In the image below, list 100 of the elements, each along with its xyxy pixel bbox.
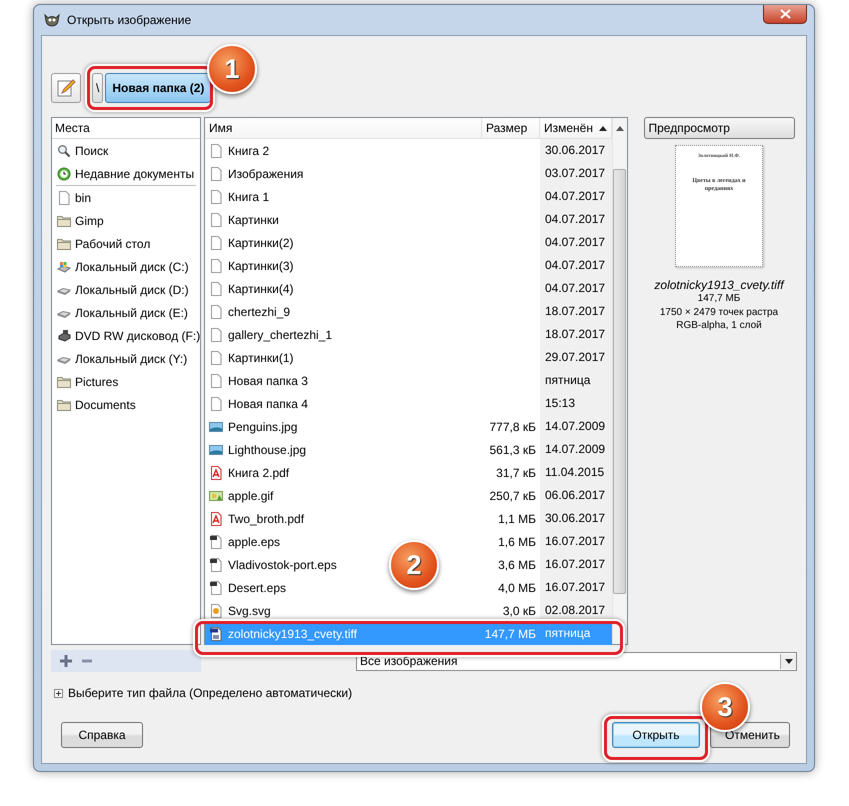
file-name: Vladivostok-port.eps (228, 558, 337, 572)
document-icon (209, 604, 223, 618)
file-size: 250,7 кБ (490, 488, 536, 502)
place-item[interactable]: Pictures (52, 370, 200, 393)
close-button[interactable] (763, 5, 807, 24)
file-date: 18.07.2017 (545, 327, 606, 341)
file-row[interactable]: Картинки(1) 29.07.2017 (205, 346, 612, 369)
edit-path-button[interactable] (51, 73, 81, 103)
file-row[interactable]: Картинки 04.07.2017 (205, 208, 612, 231)
help-button[interactable]: Справка (61, 722, 143, 748)
place-item[interactable]: Рабочий стол (52, 232, 200, 255)
place-item[interactable]: Локальный диск (C:) (52, 255, 200, 278)
place-item[interactable]: Локальный диск (Y:) (52, 347, 200, 370)
file-date: 04.07.2017 (545, 235, 606, 249)
path-button[interactable]: \ (92, 73, 104, 103)
scrollbar[interactable] (612, 118, 627, 644)
column-header[interactable]: Имя (205, 118, 482, 138)
file-name: Книга 2.pdf (228, 466, 290, 480)
place-item[interactable]: bin (52, 186, 200, 209)
file-name: Новая папка 3 (228, 374, 308, 388)
pencil-icon (56, 78, 76, 98)
column-header[interactable]: Размер (482, 118, 540, 138)
open-button[interactable]: Открыть (612, 722, 700, 748)
pdf-icon (209, 512, 223, 526)
file-name: Изображения (228, 166, 304, 180)
file-date: 30.06.2017 (545, 511, 606, 525)
file-type-label: Выберите тип файла (Определено автоматически) (68, 686, 352, 700)
disc-drive-icon (57, 328, 71, 342)
file-name: Svg.svg (228, 604, 271, 618)
file-row[interactable]: Новая папка 4 15:13 (205, 392, 612, 415)
image-icon (209, 420, 223, 434)
file-size: 3,0 кБ (502, 604, 536, 618)
folder-icon (57, 236, 71, 250)
file-name: Новая папка 4 (228, 396, 308, 410)
document-icon (209, 396, 223, 410)
file-name: Картинки(2) (228, 236, 294, 250)
file-name: Lighthouse.jpg (228, 442, 306, 456)
document-icon (57, 190, 71, 204)
document-icon (209, 374, 223, 388)
place-item[interactable]: DVD RW дисковод (F:) (52, 324, 200, 347)
document-icon (209, 580, 223, 594)
file-name: Penguins.jpg (228, 420, 298, 434)
folder-icon (57, 214, 71, 228)
plus-icon[interactable] (54, 688, 63, 698)
document-icon (209, 534, 223, 548)
file-row[interactable]: Lighthouse.jpg 561,3 кБ 14.07.2009 (205, 438, 612, 461)
document-icon (209, 166, 223, 180)
file-name: Two_broth.pdf (228, 512, 304, 526)
clock-icon (57, 166, 71, 180)
file-name: Картинки (228, 212, 279, 226)
preview-info: 1750 × 2479 точек растра (660, 306, 778, 319)
document-icon (209, 282, 223, 296)
place-item[interactable]: Gimp (52, 209, 200, 232)
file-size: 1,6 МБ (498, 534, 536, 548)
file-row[interactable]: Книга 2 30.06.2017 (205, 139, 612, 162)
place-item[interactable]: Локальный диск (D:) (52, 278, 200, 301)
file-row[interactable]: Книга 2.pdf 31,7 кБ 11.04.2015 (205, 461, 612, 484)
file-name: zolotnicky1913_cvety.tiff (228, 626, 357, 640)
file-row[interactable]: Penguins.jpg 777,8 кБ 14.07.2009 (205, 415, 612, 438)
document-icon (209, 558, 223, 572)
place-item[interactable]: Недавние документы (52, 162, 200, 185)
file-date: 04.07.2017 (545, 281, 606, 295)
file-date: 16.07.2017 (545, 534, 606, 548)
column-header[interactable]: Изменён (540, 118, 612, 138)
add-button[interactable] (59, 654, 73, 668)
preview-button[interactable]: Предпросмотр (644, 117, 794, 139)
file-date: 14.07.2009 (545, 419, 606, 433)
file-size: 1,1 МБ (498, 512, 536, 526)
file-row[interactable]: chertezhi_9 18.07.2017 (205, 300, 612, 323)
file-size: 147,7 МБ (484, 626, 536, 640)
search-icon (57, 144, 71, 158)
document-icon (209, 328, 223, 342)
drive-icon (57, 260, 71, 274)
image-icon (209, 442, 223, 456)
place-item[interactable]: Локальный диск (E:) (52, 301, 200, 324)
file-name: chertezhi_9 (228, 304, 290, 318)
place-item[interactable]: Documents (52, 393, 200, 416)
file-row[interactable]: Two_broth.pdf 1,1 МБ 30.06.2017 (205, 507, 612, 530)
file-row[interactable]: Изображения 03.07.2017 (205, 162, 612, 185)
path-button[interactable]: Новая папка (2) (105, 73, 212, 103)
close-icon (780, 9, 790, 19)
file-row[interactable]: Картинки(2) 04.07.2017 (205, 231, 612, 254)
file-row[interactable]: gallery_chertezhi_1 18.07.2017 (205, 323, 612, 346)
file-date: 29.07.2017 (545, 350, 606, 364)
file-name: Картинки(3) (228, 258, 294, 272)
file-size: 3,6 МБ (498, 558, 536, 572)
file-row[interactable]: apple.gif 250,7 кБ 06.06.2017 (205, 484, 612, 507)
file-row[interactable]: Картинки(3) 04.07.2017 (205, 254, 612, 277)
file-size: 561,3 кБ (490, 442, 536, 456)
file-row[interactable]: Новая папка 3 пятница (205, 369, 612, 392)
file-row[interactable]: Картинки(4) 04.07.2017 (205, 277, 612, 300)
file-size: 777,8 кБ (490, 420, 536, 434)
file-row[interactable]: Svg.svg 3,0 кБ 02.08.2017 (205, 599, 612, 622)
file-date: 04.07.2017 (545, 212, 606, 226)
file-row[interactable]: Книга 1 04.07.2017 (205, 185, 612, 208)
folder-icon (57, 398, 71, 412)
place-item[interactable]: Поиск (52, 139, 200, 162)
image-icon (209, 488, 223, 502)
animal-head-icon (43, 12, 61, 28)
remove-button[interactable] (81, 658, 93, 664)
